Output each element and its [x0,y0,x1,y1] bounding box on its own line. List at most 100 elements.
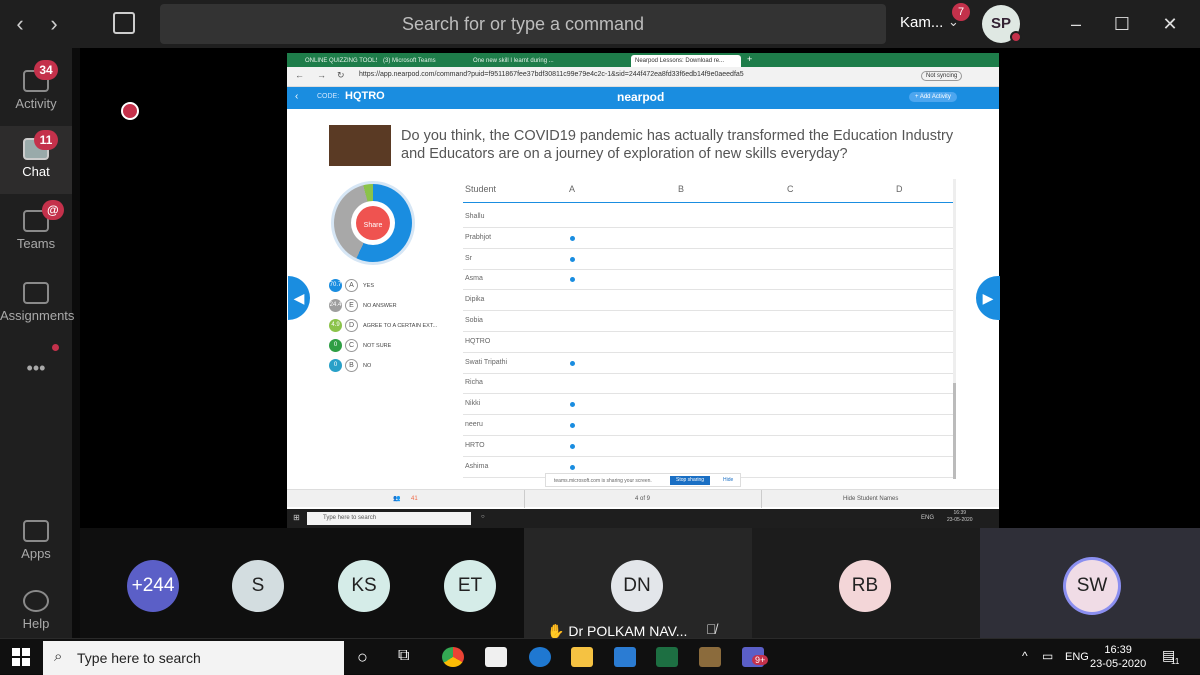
table-row: Asma [463,269,953,291]
hide-sharing-bar-button[interactable]: Hide [723,477,733,483]
close-icon[interactable]: ✕ [1158,12,1182,36]
student-name: HQTRO [465,337,491,345]
mic-off-icon: 🎙̸ [706,621,717,637]
legend-text: NO ANSWER [363,302,397,309]
minecraft-icon[interactable] [699,647,721,667]
legend-percent: 70.7 [329,279,342,292]
rail-item-apps[interactable]: Apps [0,508,72,576]
legend-item: 70.7 A YES [329,279,374,293]
legend-percent: 24.4 [329,299,342,312]
rail-label: Teams [16,236,56,251]
inner-clock: 16:39 23-05-2020 [947,510,973,524]
task-view-icon[interactable]: ⧉ [398,647,409,665]
table-row: Sr [463,249,953,270]
taskbar-clock[interactable]: 16:39 23-05-2020 [1090,643,1146,671]
excel-icon[interactable] [656,647,678,667]
back-icon[interactable]: ← [295,70,304,80]
rail-label: Activity [15,96,57,111]
header-divider [463,202,953,203]
minimize-icon[interactable]: – [1064,12,1088,36]
browser-tab[interactable]: (3) Microsoft Teams [379,55,465,67]
participants-count: 41 [411,496,418,502]
rail-item-teams[interactable]: Teams @ [0,198,72,266]
forward-icon[interactable]: → [317,70,326,80]
rail-item-chat[interactable]: Chat 11 [0,126,72,194]
add-activity-button[interactable]: + Add Activity [909,92,957,102]
maximize-icon[interactable]: ☐ [1110,12,1134,36]
participant-avatar[interactable]: ET [444,560,496,612]
page-indicator: 4 of 9 [635,496,651,502]
clock-time: 16:39 [1104,644,1132,656]
column-header: Student [465,184,497,194]
back-arrow-icon[interactable]: ‹ [6,10,34,38]
file-explorer-icon[interactable] [571,647,593,667]
legend-text: NOT SURE [363,342,392,349]
footer-divider [524,490,525,508]
edge-icon[interactable] [529,647,551,667]
taskbar-search-input[interactable]: Type here to search [43,641,344,675]
battery-icon[interactable]: ▭ [1042,649,1053,663]
browser-tab[interactable]: ONLINE QUIZZING TOOLS [301,55,377,67]
rail-item-help[interactable]: Help [0,578,72,646]
share-button[interactable]: Share [356,206,390,240]
notification-badge: 7 [952,3,970,21]
inner-date: 23-05-2020 [947,517,973,523]
clock-date: 23-05-2020 [1090,658,1147,670]
legend-letter: D [345,319,358,332]
participant-avatar[interactable]: RB [839,560,891,612]
participant-avatar[interactable]: S [232,560,284,612]
cortana-icon[interactable]: ○ [481,514,485,520]
compose-icon[interactable] [113,12,135,34]
inner-search-box[interactable]: Type here to search [307,512,471,525]
student-name: neeru [465,421,483,428]
table-row: Sobia [463,311,953,332]
back-chevron-icon[interactable]: ‹ [295,91,298,102]
windows-start-icon[interactable] [12,648,30,666]
cortana-icon[interactable]: ○ [357,647,368,668]
tray-chevron-icon[interactable]: ^ [1022,649,1028,663]
column-header: C [787,184,794,194]
address-bar: ← → ↻ https://app.nearpod.com/command?pu… [287,67,999,87]
search-input[interactable]: Search for or type a command [160,4,886,44]
participants-icon[interactable]: 👥 [393,495,400,502]
presenter-name-text: Dr POLKAM NAV... [568,623,688,639]
rail-item-activity[interactable]: Activity 34 [0,58,72,126]
mail-icon[interactable] [614,647,636,667]
legend-letter: A [345,279,358,292]
hide-student-names-button[interactable]: Hide Student Names [843,496,898,502]
student-name: Sobia [465,317,483,324]
org-name[interactable]: Kam... [900,14,943,31]
rail-item-more[interactable]: ••• [0,344,72,412]
participant-avatar[interactable]: DN [611,560,663,612]
table-row: HQTRO [463,332,953,353]
store-icon[interactable] [485,647,507,667]
column-header: B [678,184,685,194]
inner-taskbar: ⊞ Type here to search ○ ENG 16:39 23-05-2… [287,509,999,528]
new-tab-icon[interactable]: + [747,54,752,64]
reload-icon[interactable]: ↻ [337,70,345,81]
legend-text: NO [363,362,372,369]
language-indicator[interactable]: ENG [1065,651,1089,663]
scrollbar-thumb[interactable] [953,383,956,479]
forward-arrow-icon[interactable]: › [40,10,68,38]
inner-time: 16:39 [953,510,967,516]
windows-icon[interactable]: ⊞ [293,513,300,522]
participant-avatar[interactable]: KS [338,560,390,612]
url-field[interactable]: https://app.nearpod.com/command?puid=f95… [359,71,744,78]
title-bar: ‹ › Search for or type a command Kam... … [0,0,1200,48]
legend-letter: C [345,339,358,352]
browser-tab-active[interactable]: Nearpod Lessons: Download re... [631,55,741,67]
apps-icon [23,520,49,542]
browser-tab[interactable]: One new skill I learnt during ... [469,55,619,67]
student-name: Shallu [465,213,485,220]
search-icon: ⌕ [54,648,63,665]
column-header: A [569,184,576,194]
nearpod-logo[interactable]: nearpod [617,90,664,104]
participant-avatar[interactable]: +244 [127,560,179,612]
participant-avatar[interactable]: SW [1066,560,1118,612]
stop-sharing-button[interactable]: Stop sharing [670,476,711,485]
rail-item-assignments[interactable]: Assignments [0,270,74,338]
student-name: Prabhjot [465,233,492,241]
chrome-icon[interactable] [442,647,464,667]
sync-status[interactable]: Not syncing [921,71,963,81]
